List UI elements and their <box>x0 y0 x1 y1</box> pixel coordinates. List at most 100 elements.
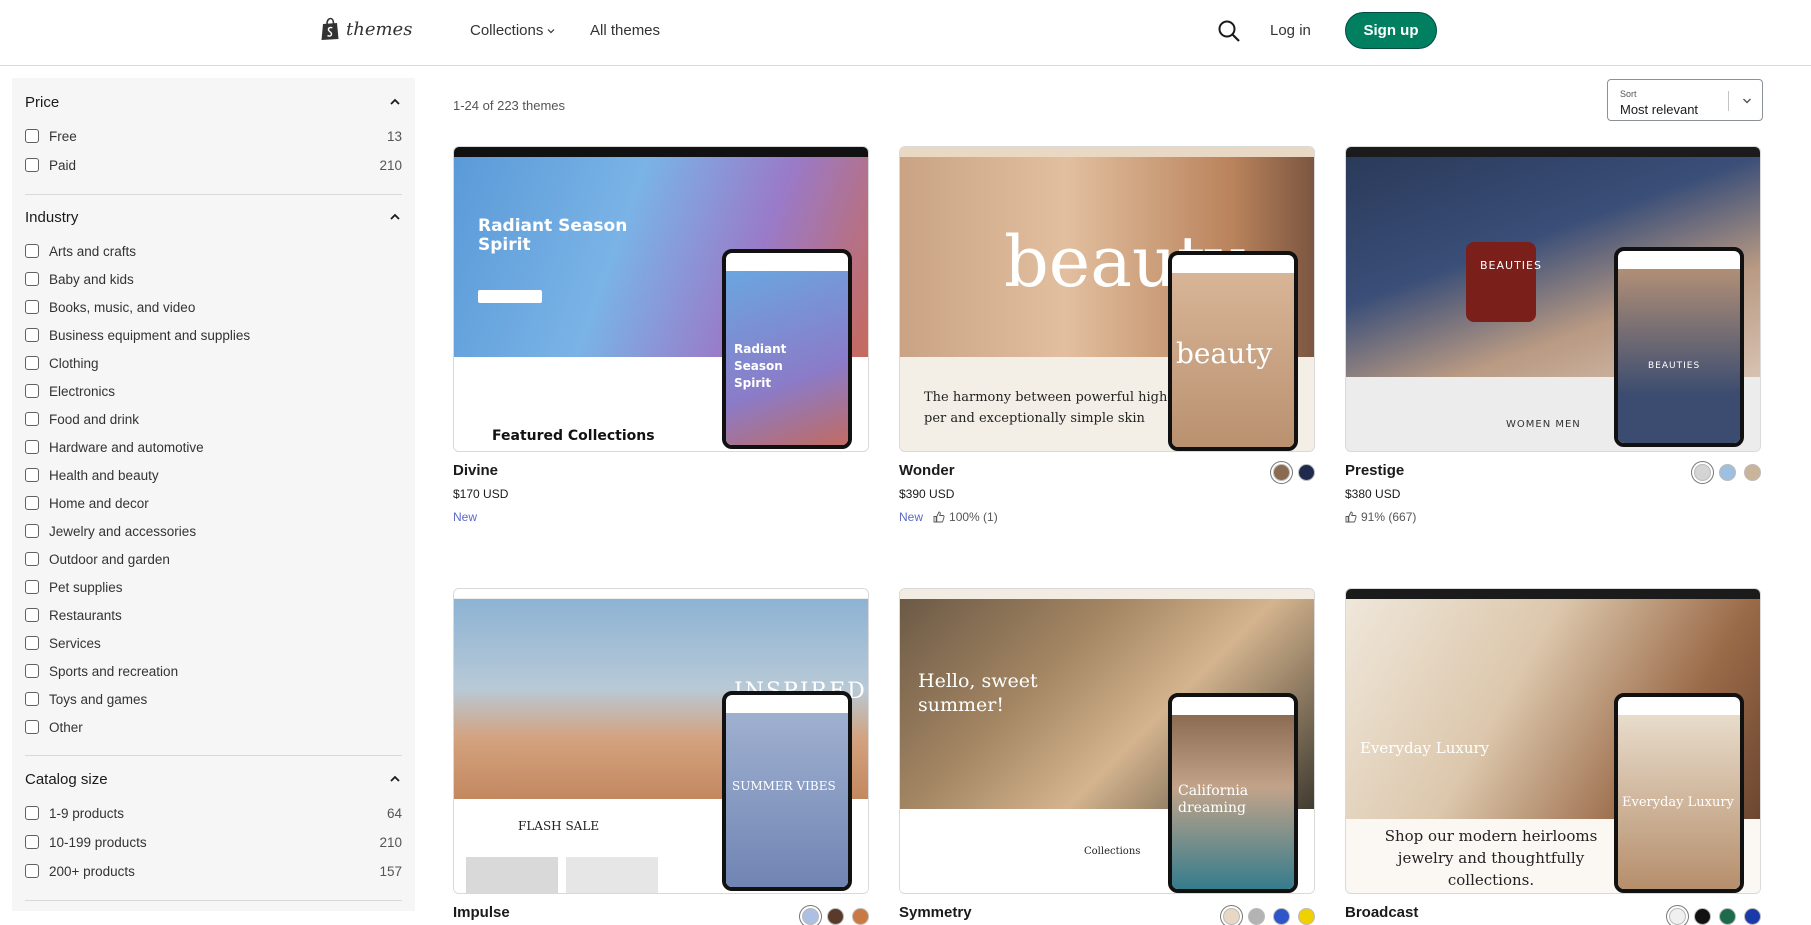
filter-industry-item[interactable]: Sports and recreation <box>25 660 402 682</box>
filter-industry-item[interactable]: Outdoor and garden <box>25 548 402 570</box>
checkbox[interactable] <box>25 835 39 849</box>
filter-catalog-10-199[interactable]: 10-199 products 210 <box>25 831 402 853</box>
filter-industry-item[interactable]: Hardware and automotive <box>25 436 402 458</box>
filter-industry-item[interactable]: Health and beauty <box>25 464 402 486</box>
filter-count: 157 <box>379 863 402 879</box>
color-swatches <box>1694 464 1761 481</box>
nav-all-themes[interactable]: All themes <box>590 22 660 39</box>
theme-preview[interactable]: INSPIRED FLASH SALE SUMMER VIBES <box>453 588 869 894</box>
preview-announcement-bar <box>454 589 868 599</box>
checkbox[interactable] <box>25 272 39 286</box>
filter-count: 210 <box>379 157 402 173</box>
chevron-up-icon[interactable] <box>389 211 401 223</box>
nav-collections[interactable]: Collections <box>470 22 555 39</box>
theme-price: $380 USD <box>1345 487 1401 501</box>
filter-industry-item[interactable]: Arts and crafts <box>25 240 402 262</box>
checkbox[interactable] <box>25 806 39 820</box>
filter-label: Restaurants <box>49 607 122 623</box>
filter-industry-item[interactable]: Electronics <box>25 380 402 402</box>
filter-industry-item[interactable]: Restaurants <box>25 604 402 626</box>
filter-industry-item[interactable]: Jewelry and accessories <box>25 520 402 542</box>
theme-name[interactable]: Prestige <box>1345 462 1404 479</box>
industry-filter-title[interactable]: Industry <box>25 209 78 226</box>
theme-name[interactable]: Wonder <box>899 462 955 479</box>
price-filter-title[interactable]: Price <box>25 94 59 111</box>
filter-industry-item[interactable]: Clothing <box>25 352 402 374</box>
filter-industry-item[interactable]: Pet supplies <box>25 576 402 598</box>
filter-industry-item[interactable]: Food and drink <box>25 408 402 430</box>
checkbox[interactable] <box>25 864 39 878</box>
checkbox[interactable] <box>25 524 39 538</box>
chevron-down-icon <box>1743 98 1751 104</box>
color-swatch[interactable] <box>1719 464 1736 481</box>
theme-preview[interactable]: beauty The harmony between powerful high… <box>899 146 1315 452</box>
filter-industry-item[interactable]: Services <box>25 632 402 654</box>
preview-phone: beauty <box>1168 251 1298 451</box>
preview-product-tile <box>466 857 558 893</box>
theme-preview[interactable]: Hello, sweet summer! Collections Califor… <box>899 588 1315 894</box>
signup-button[interactable]: Sign up <box>1345 12 1437 49</box>
preview-headline: BEAUTIES <box>1480 259 1542 272</box>
filter-catalog-200-plus[interactable]: 200+ products 157 <box>25 860 402 882</box>
checkbox[interactable] <box>25 580 39 594</box>
filter-price-paid[interactable]: Paid 210 <box>25 154 402 176</box>
color-swatch[interactable] <box>1694 464 1711 481</box>
checkbox[interactable] <box>25 608 39 622</box>
color-swatch[interactable] <box>1744 464 1761 481</box>
sort-select[interactable]: Sort Most relevant <box>1607 79 1763 121</box>
divider <box>25 194 402 195</box>
color-swatch[interactable] <box>1273 464 1290 481</box>
checkbox[interactable] <box>25 440 39 454</box>
checkbox[interactable] <box>25 328 39 342</box>
filter-industry-item[interactable]: Books, music, and video <box>25 296 402 318</box>
checkbox[interactable] <box>25 244 39 258</box>
checkbox[interactable] <box>25 664 39 678</box>
checkbox[interactable] <box>25 129 39 143</box>
theme-preview[interactable]: BEAUTIES WOMEN MEN BEAUTIES <box>1345 146 1761 452</box>
filter-industry-item[interactable]: Home and decor <box>25 492 402 514</box>
checkbox[interactable] <box>25 496 39 510</box>
checkbox[interactable] <box>25 300 39 314</box>
theme-name[interactable]: Broadcast <box>1345 904 1418 921</box>
sort-label: Sort <box>1620 89 1637 99</box>
search-icon[interactable] <box>1217 19 1241 43</box>
filter-label: Business equipment and supplies <box>49 327 251 343</box>
chevron-down-icon <box>547 28 555 33</box>
filter-label: Paid <box>49 157 77 173</box>
checkbox[interactable] <box>25 412 39 426</box>
login-link[interactable]: Log in <box>1270 22 1311 39</box>
checkbox[interactable] <box>25 468 39 482</box>
filter-catalog-1-9[interactable]: 1-9 products 64 <box>25 802 402 824</box>
filter-industry-item[interactable]: Business equipment and supplies <box>25 324 402 346</box>
filter-label: Sports and recreation <box>49 663 179 679</box>
theme-name[interactable]: Divine <box>453 462 498 479</box>
shopify-themes-logo[interactable]: themes <box>320 17 412 41</box>
checkbox[interactable] <box>25 356 39 370</box>
filter-industry-item[interactable]: Baby and kids <box>25 268 402 290</box>
filter-industry-item[interactable]: Toys and games <box>25 688 402 710</box>
checkbox[interactable] <box>25 158 39 172</box>
filter-price-free[interactable]: Free 13 <box>25 125 402 147</box>
chevron-up-icon[interactable] <box>389 773 401 785</box>
color-swatch[interactable] <box>1298 464 1315 481</box>
chevron-up-icon[interactable] <box>389 96 401 108</box>
filter-label: Toys and games <box>49 691 148 707</box>
thumbs-up-icon <box>933 511 945 523</box>
checkbox[interactable] <box>25 552 39 566</box>
preview-phone: California dreaming <box>1168 693 1298 893</box>
filter-industry-item[interactable]: Other <box>25 716 402 738</box>
theme-name[interactable]: Impulse <box>453 904 510 921</box>
theme-preview[interactable]: Everyday Luxury Shop our modern heirloom… <box>1345 588 1761 894</box>
checkbox[interactable] <box>25 636 39 650</box>
theme-name[interactable]: Symmetry <box>899 904 972 921</box>
filter-label: Jewelry and accessories <box>49 523 197 539</box>
filter-label: Free <box>49 128 77 144</box>
preview-phone-headline: California dreaming <box>1178 783 1249 816</box>
theme-preview[interactable]: Radiant Season Spirit Featured Collectio… <box>453 146 869 452</box>
catalog-size-filter-title[interactable]: Catalog size <box>25 771 108 788</box>
checkbox[interactable] <box>25 384 39 398</box>
rating-text: 91% (667) <box>1361 510 1417 524</box>
checkbox[interactable] <box>25 692 39 706</box>
filter-label: 200+ products <box>49 863 135 879</box>
checkbox[interactable] <box>25 720 39 734</box>
